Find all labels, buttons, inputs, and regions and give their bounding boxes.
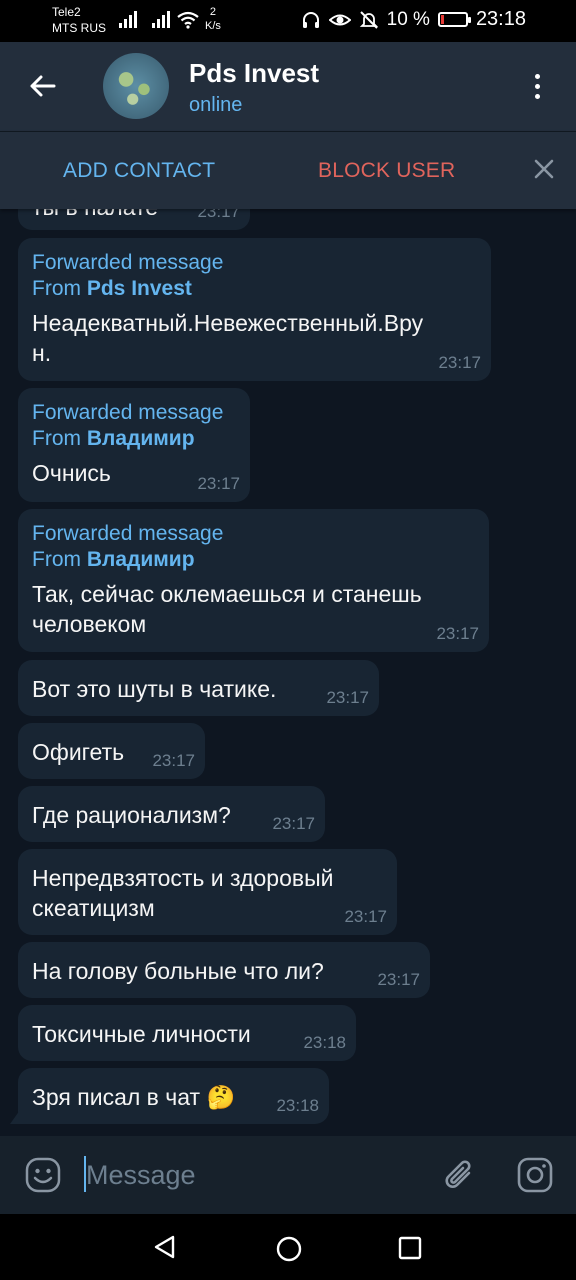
carrier-1: Tele2 <box>52 5 81 19</box>
wifi-icon <box>177 11 199 29</box>
message-time: 23:17 <box>344 907 387 926</box>
more-vertical-icon[interactable] <box>529 74 545 102</box>
message-text: Токсичные личности <box>32 1021 251 1047</box>
camera-icon[interactable] <box>516 1156 554 1194</box>
message-bubble[interactable]: Токсичные личности 23:18 <box>18 1005 356 1061</box>
battery-percent: 10 % <box>386 8 430 30</box>
paperclip-icon[interactable] <box>442 1156 478 1194</box>
close-icon[interactable] <box>533 158 555 180</box>
avatar[interactable] <box>103 53 169 119</box>
message-time: 23:17 <box>152 751 195 770</box>
message-bubble[interactable]: ты в палате 23:17 <box>18 208 250 230</box>
message-time: 23:17 <box>197 208 240 221</box>
speed-value: 2 <box>209 6 217 18</box>
silent-icon <box>359 10 378 29</box>
message-bubble[interactable]: Forwarded message From Владимир Очнись 2… <box>18 388 250 502</box>
signal-icon <box>152 10 170 28</box>
message-bubble[interactable]: Непредвзятость и здоровый скеатицизм 23:… <box>18 849 397 935</box>
message-time: 23:17 <box>377 970 420 989</box>
message-text: Где рационализм? <box>32 802 231 828</box>
forwarded-label: Forwarded message <box>32 401 224 424</box>
clock: 23:18 <box>475 8 526 30</box>
forwarded-from: From Владимир <box>32 427 195 450</box>
forwarded-label: Forwarded message <box>32 251 224 274</box>
status-bar: Tele2 MTS RUS 2 K/s 10 % 23:18 <box>0 0 576 42</box>
nav-recent-icon[interactable] <box>398 1236 422 1260</box>
block-user-button[interactable]: BLOCK USER <box>318 159 455 183</box>
message-text-line2: человеком <box>32 611 147 637</box>
forwarded-sender[interactable]: Владимир <box>87 427 195 450</box>
message-list[interactable]: ты в палате 23:17 Forwarded message From… <box>0 208 576 1136</box>
message-time: 23:18 <box>303 1033 346 1052</box>
network-speed: 2 K/s <box>205 5 221 33</box>
message-text: Зря писал в чат 🤔 <box>32 1084 236 1110</box>
message-text: На голову больные что ли? <box>32 958 324 984</box>
message-text: Вот это шуты в чатике. <box>32 676 277 702</box>
message-text-line2: скеатицизм <box>32 895 155 921</box>
carrier-2: MTS RUS <box>52 21 106 35</box>
chat-title[interactable]: Pds Invest <box>189 58 319 89</box>
message-time: 23:17 <box>197 474 240 493</box>
message-time: 23:18 <box>276 1096 319 1115</box>
message-bubble[interactable]: На голову больные что ли? 23:17 <box>18 942 430 998</box>
eye-icon <box>328 14 351 25</box>
thinking-face-emoji: 🤔 <box>206 1084 236 1110</box>
message-text-line2: н. <box>32 340 52 366</box>
status-icons: 10 % 23:18 <box>301 8 526 31</box>
chat-status: online <box>189 94 243 116</box>
signal-icon <box>119 10 137 28</box>
message-text: Непредвзятость и здоровый <box>32 865 334 891</box>
message-bubble[interactable]: Forwarded message From Владимир Так, сей… <box>18 509 489 652</box>
forwarded-sender[interactable]: Pds Invest <box>87 277 192 300</box>
message-bubble[interactable]: Где рационализм? 23:17 <box>18 786 325 842</box>
message-bubble[interactable]: Forwarded message From Pds Invest Неадек… <box>18 238 491 381</box>
message-text: Неадекватный.Невежественный.Вру <box>32 310 424 336</box>
nav-back-icon[interactable] <box>152 1234 178 1260</box>
system-nav-bar <box>0 1214 576 1280</box>
message-time: 23:17 <box>436 624 479 643</box>
nav-home-icon[interactable] <box>276 1236 302 1262</box>
forwarded-from: From Pds Invest <box>32 277 192 300</box>
message-bubble[interactable]: Офигеть 23:17 <box>18 723 205 779</box>
message-bubble[interactable]: Зря писал в чат 🤔 23:18 <box>10 1068 329 1124</box>
message-bubble[interactable]: Вот это шуты в чатике. 23:17 <box>18 660 379 716</box>
carrier-info: Tele2 MTS RUS <box>52 4 106 36</box>
message-time: 23:17 <box>326 688 369 707</box>
headphones-icon <box>302 11 319 28</box>
forwarded-label: Forwarded message <box>32 522 224 545</box>
add-contact-button[interactable]: ADD CONTACT <box>63 159 215 183</box>
speed-unit: K/s <box>205 20 221 32</box>
message-input-bar: Message <box>0 1136 576 1214</box>
message-text: Так, сейчас оклемаешься и станешь <box>32 581 422 607</box>
arrow-left-icon[interactable] <box>28 72 56 100</box>
battery-icon <box>437 12 471 27</box>
forwarded-sender[interactable]: Владимир <box>87 548 195 571</box>
forwarded-from: From Владимир <box>32 548 195 571</box>
smile-icon[interactable] <box>24 1156 62 1194</box>
message-time: 23:17 <box>438 353 481 372</box>
chat-header: Pds Invest online <box>0 42 576 131</box>
message-time: 23:17 <box>272 814 315 833</box>
message-input[interactable]: Message <box>86 1160 196 1191</box>
contact-action-bar: ADD CONTACT BLOCK USER <box>0 131 576 209</box>
